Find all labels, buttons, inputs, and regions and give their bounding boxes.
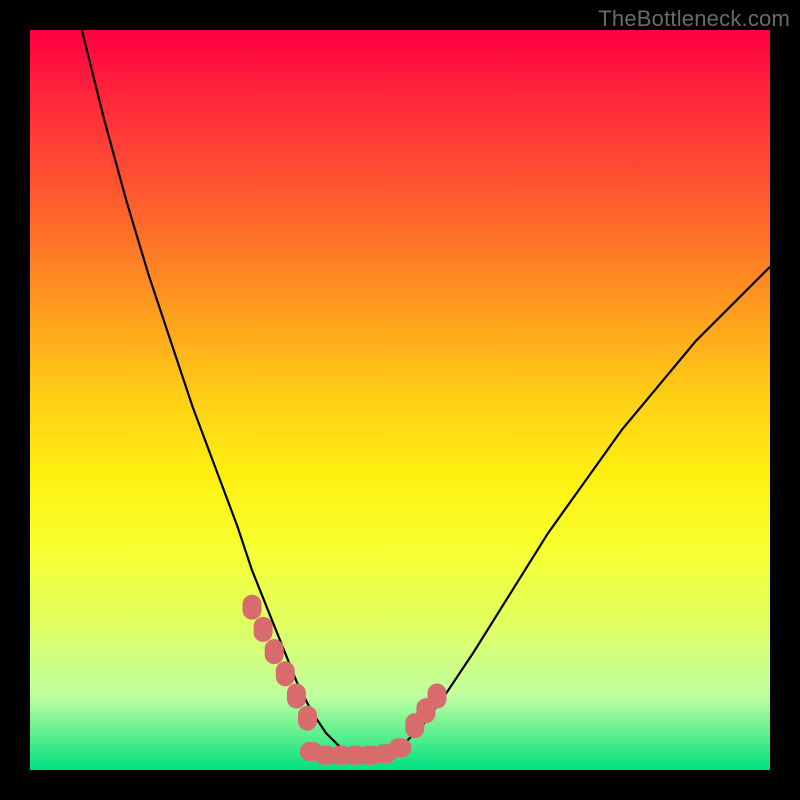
marker-dot: [276, 662, 294, 686]
marker-dot: [428, 684, 446, 708]
marker-dot: [243, 595, 261, 619]
marker-dot: [299, 706, 317, 730]
marker-dot: [389, 739, 411, 757]
marker-dot: [265, 640, 283, 664]
curve-layer: [30, 30, 770, 770]
attribution-label: TheBottleneck.com: [598, 6, 790, 32]
marker-dot: [287, 684, 305, 708]
chart-frame: TheBottleneck.com: [0, 0, 800, 800]
marker-dot: [254, 617, 272, 641]
plot-area: [30, 30, 770, 770]
bottleneck-curve: [82, 30, 770, 755]
marker-group: [243, 595, 446, 764]
